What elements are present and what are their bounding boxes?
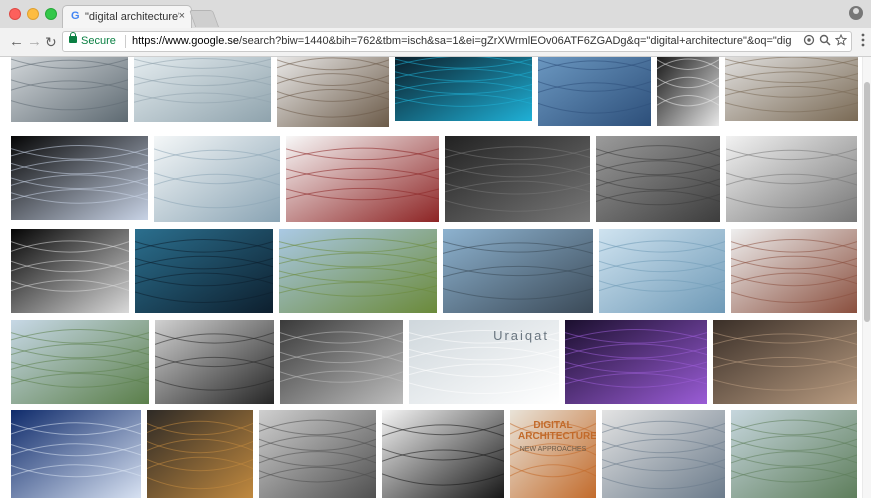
image-result-graphic [134, 57, 271, 122]
image-result-thumbnail[interactable] [602, 410, 725, 498]
image-result-thumbnail[interactable] [11, 229, 129, 313]
browser-toolbar: ← → ↻ Secure https://www.google.se/searc… [0, 28, 871, 57]
back-button[interactable]: ← [9, 33, 24, 51]
image-result-thumbnail[interactable] [280, 320, 403, 404]
image-result-graphic [279, 229, 437, 313]
image-result-graphic [596, 136, 720, 222]
image-result-thumbnail[interactable] [11, 57, 128, 122]
image-result-thumbnail[interactable] [599, 229, 725, 313]
image-result-thumbnail[interactable] [155, 320, 274, 404]
window-maximize-button[interactable] [45, 8, 57, 20]
image-result-thumbnail[interactable] [277, 57, 389, 127]
star-icon[interactable] [834, 33, 848, 49]
image-result-thumbnail[interactable] [657, 57, 719, 126]
url-text[interactable]: https://www.google.se/search?biw=1440&bi… [132, 35, 792, 47]
profile-icon[interactable] [849, 6, 863, 20]
image-result-graphic [286, 136, 439, 222]
image-result-graphic [280, 320, 403, 404]
image-result-thumbnail[interactable] [11, 410, 141, 498]
image-results-grid: Uraiqat DIGITAL ARCHITECTURE NEW APPROACHE… [0, 57, 871, 498]
image-result-thumbnail[interactable] [154, 136, 280, 222]
search-icon[interactable] [819, 34, 831, 49]
image-result-graphic [602, 410, 725, 498]
image-result-graphic [726, 136, 857, 222]
image-result-graphic [731, 229, 857, 313]
lock-icon [69, 32, 77, 43]
image-result-graphic [154, 136, 280, 222]
reload-button[interactable]: ↻ [45, 33, 57, 51]
window-close-button[interactable] [9, 8, 21, 20]
image-overlay-text: Uraiqat [493, 328, 549, 343]
image-result-thumbnail[interactable] [731, 410, 857, 498]
image-result-graphic [259, 410, 376, 498]
image-result-thumbnail[interactable] [726, 136, 857, 222]
new-tab-button[interactable] [188, 10, 220, 27]
image-result-graphic [11, 229, 129, 313]
image-result-thumbnail[interactable]: DIGITAL ARCHITECTURE NEW APPROACHES [510, 410, 596, 498]
image-result-graphic [445, 136, 590, 222]
google-favicon-icon: G [71, 10, 80, 22]
image-result-graphic [11, 410, 141, 498]
image-result-graphic [147, 410, 253, 498]
image-result-thumbnail[interactable] [725, 57, 858, 121]
forward-button[interactable]: → [27, 33, 42, 51]
browser-tab-active[interactable]: G "digital architecture" - Sök på × [62, 5, 192, 28]
scroll-thumb[interactable] [864, 82, 870, 322]
tab-close-icon[interactable]: × [179, 10, 185, 22]
camera-icon[interactable] [803, 34, 815, 49]
image-result-graphic [538, 57, 651, 126]
image-result-thumbnail[interactable] [731, 229, 857, 313]
image-result-thumbnail[interactable] [395, 57, 532, 121]
url-host: https://www.google.se [132, 35, 240, 47]
image-result-graphic [725, 57, 858, 121]
image-result-thumbnail[interactable] [565, 320, 707, 404]
image-result-thumbnail[interactable] [11, 320, 149, 404]
image-result-thumbnail[interactable] [538, 57, 651, 126]
image-result-thumbnail[interactable] [259, 410, 376, 498]
image-result-graphic [599, 229, 725, 313]
image-result-thumbnail[interactable]: Uraiqat [409, 320, 559, 404]
image-result-thumbnail[interactable] [147, 410, 253, 498]
address-separator [125, 35, 126, 48]
image-result-graphic [11, 136, 148, 220]
image-result-thumbnail[interactable] [11, 136, 148, 220]
book-cover-subtitle: NEW APPROACHES [519, 446, 587, 453]
window-minimize-button[interactable] [27, 8, 39, 20]
image-result-graphic [565, 320, 707, 404]
image-result-graphic [155, 320, 274, 404]
image-result-thumbnail[interactable] [279, 229, 437, 313]
image-result-graphic [11, 320, 149, 404]
url-path: /search?biw=1440&bih=762&tbm=isch&sa=1&e… [239, 35, 792, 47]
image-result-thumbnail[interactable] [443, 229, 593, 313]
image-result-graphic [395, 57, 532, 121]
image-result-thumbnail[interactable] [445, 136, 590, 222]
image-result-thumbnail[interactable] [286, 136, 439, 222]
image-result-thumbnail[interactable] [382, 410, 504, 498]
image-result-graphic [731, 410, 857, 498]
image-result-graphic [713, 320, 857, 404]
title-bar: G "digital architecture" - Sök på × [0, 0, 871, 29]
image-result-graphic [657, 57, 719, 126]
image-result-thumbnail[interactable] [713, 320, 857, 404]
page-scrollbar[interactable] [862, 57, 871, 498]
image-result-thumbnail[interactable] [596, 136, 720, 222]
image-result-graphic [443, 229, 593, 313]
image-result-thumbnail[interactable] [135, 229, 273, 313]
tab-title: "digital architecture" - Sök på [85, 11, 179, 23]
address-bar[interactable]: Secure https://www.google.se/search?biw=… [62, 31, 852, 52]
menu-icon[interactable] [861, 33, 865, 50]
image-result-graphic [277, 57, 389, 127]
image-result-thumbnail[interactable] [134, 57, 271, 122]
secure-label: Secure [81, 35, 116, 47]
image-result-graphic [135, 229, 273, 313]
image-result-graphic [382, 410, 504, 498]
image-result-graphic [11, 57, 128, 122]
book-cover-title: DIGITAL ARCHITECTURE [518, 420, 596, 442]
